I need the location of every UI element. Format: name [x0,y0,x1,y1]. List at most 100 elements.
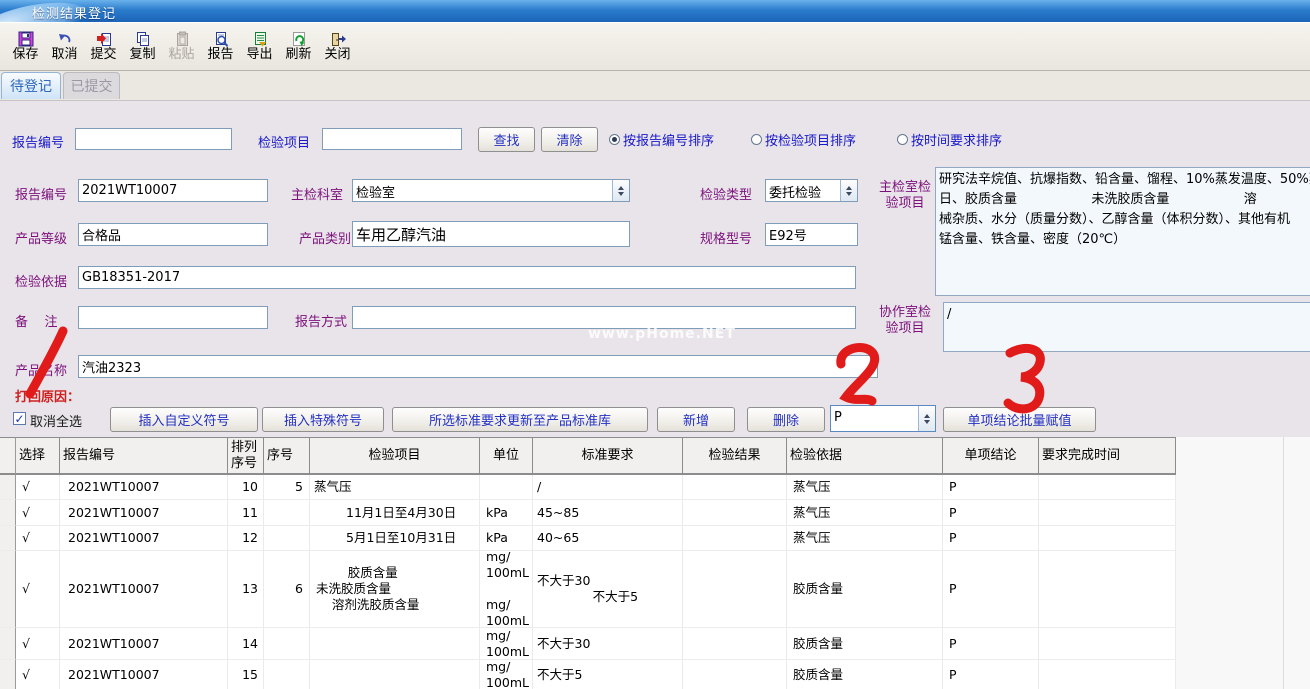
conclusion-combobox[interactable]: P [830,405,936,432]
grid-cell-requirement[interactable]: 不大于5 [533,660,683,689]
grid-cell-result[interactable] [683,475,787,500]
grid-row-indicator[interactable] [0,500,16,526]
grid-cell-seq[interactable] [264,660,310,689]
grid-cell-conclusion[interactable]: P [943,660,1039,689]
toolbar-button-submit-document[interactable]: 提交 [84,25,123,69]
grid-cell-basis[interactable]: 胶质含量 [787,551,943,628]
product-type-input[interactable] [352,221,630,247]
grid-row-indicator[interactable] [0,660,16,689]
grid-cell-due[interactable] [1039,475,1176,500]
grid-cell-report_no[interactable]: 2021WT10007 [60,500,228,526]
grid-cell-unit[interactable]: kPa [480,500,533,526]
toolbar-button-report-magnifier[interactable]: 报告 [201,25,240,69]
add-row-button[interactable]: 新增 [657,407,735,432]
grid-cell-result[interactable] [683,500,787,526]
grid-cell-basis[interactable]: 蒸气压 [787,526,943,551]
grid-cell-order_no[interactable]: 15 [228,660,264,689]
grid-cell-result[interactable] [683,628,787,660]
grid-cell-item[interactable]: 11月1日至4月30日 [310,500,480,526]
clear-button[interactable]: 清除 [541,127,598,152]
find-button[interactable]: 查找 [478,127,535,152]
grid-cell-unit[interactable]: kPa [480,526,533,551]
grid-cell-item[interactable]: 胶质含量 未洗胶质含量 溶剂洗胶质含量 [310,551,480,628]
main-dept-combobox[interactable]: 检验室 [352,179,630,202]
grid-cell-due[interactable] [1039,551,1176,628]
grid-cell-item[interactable]: 蒸气压 [310,475,480,500]
grid-cell-result[interactable] [683,551,787,628]
grid-cell-unit[interactable]: mg/ 100mL [480,660,533,689]
grid-cell-basis[interactable]: 胶质含量 [787,660,943,689]
inspect-type-combobox[interactable]: 委托检验 [765,179,858,202]
grid-cell-conclusion[interactable]: P [943,628,1039,660]
product-grade-input[interactable] [78,223,268,246]
update-standard-library-button[interactable]: 所选标准要求更新至产品标准库 [392,407,648,432]
tab-pending[interactable]: 待登记 [1,72,61,99]
search-item-input[interactable] [322,128,462,150]
grid-cell-item[interactable] [310,628,480,660]
grid-cell-due[interactable] [1039,628,1176,660]
insert-special-symbol-button[interactable]: 插入特殊符号 [262,407,384,432]
report-no-input[interactable] [78,179,268,202]
grid-cell-seq[interactable] [264,628,310,660]
grid-cell-select[interactable]: √ [16,551,60,628]
grid-cell-requirement[interactable]: 不大于30 不大于5 [533,551,683,628]
grid-cell-seq[interactable] [264,526,310,551]
grid-cell-report_no[interactable]: 2021WT10007 [60,551,228,628]
grid-cell-seq[interactable]: 6 [264,551,310,628]
grid-cell-basis[interactable]: 胶质含量 [787,628,943,660]
grid-row-indicator[interactable] [0,475,16,500]
grid-cell-item[interactable] [310,660,480,689]
grid-cell-result[interactable] [683,660,787,689]
grid-cell-order_no[interactable]: 11 [228,500,264,526]
grid-row-indicator[interactable] [0,551,16,628]
conclusion-spinner-icon[interactable] [918,406,935,431]
toolbar-button-exit-door[interactable]: 关闭 [318,25,357,69]
sort-radio-1[interactable]: 按检验项目排序 [751,130,856,149]
grid-cell-basis[interactable]: 蒸气压 [787,475,943,500]
sort-radio-2[interactable]: 按时间要求排序 [897,130,1002,149]
toolbar-button-export-excel[interactable]: 导出 [240,25,279,69]
main-dept-spinner-icon[interactable] [612,180,629,201]
insert-custom-symbol-button[interactable]: 插入自定义符号 [110,407,258,432]
search-report-no-input[interactable] [75,128,232,150]
grid-cell-select[interactable]: √ [16,500,60,526]
grid-cell-seq[interactable]: 5 [264,475,310,500]
grid-cell-result[interactable] [683,526,787,551]
grid-cell-select[interactable]: √ [16,526,60,551]
inspect-type-spinner-icon[interactable] [840,180,857,201]
grid-cell-order_no[interactable]: 10 [228,475,264,500]
grid-cell-item[interactable]: 5月1日至10月31日 [310,526,480,551]
grid-cell-select[interactable]: √ [16,475,60,500]
tab-submitted[interactable]: 已提交 [63,72,120,99]
select-all-checkbox[interactable]: ✓ [13,412,26,425]
grid-cell-order_no[interactable]: 14 [228,628,264,660]
grid-row-indicator[interactable] [0,526,16,551]
grid-cell-unit[interactable] [480,475,533,500]
grid-cell-order_no[interactable]: 12 [228,526,264,551]
grid-cell-requirement[interactable]: 45~85 [533,500,683,526]
coop-items-textarea[interactable]: / [943,302,1310,352]
grid-cell-conclusion[interactable]: P [943,475,1039,500]
toolbar-button-refresh[interactable]: 刷新 [279,25,318,69]
grid-cell-select[interactable]: √ [16,660,60,689]
product-name-input[interactable] [78,355,878,378]
toolbar-button-copy[interactable]: 复制 [123,25,162,69]
assign-conclusion-button[interactable]: 单项结论批量赋值 [943,407,1096,432]
remark-input[interactable] [78,306,268,329]
main-items-textarea[interactable]: 研究法辛烷值、抗爆指数、铅含量、馏程、10%蒸发温度、50%蒸 日、胶质含量 未… [935,167,1310,296]
spec-model-input[interactable] [765,223,858,246]
grid-cell-due[interactable] [1039,526,1176,551]
grid-cell-requirement[interactable]: 不大于30 [533,628,683,660]
grid-cell-due[interactable] [1039,500,1176,526]
grid-cell-seq[interactable] [264,500,310,526]
toolbar-button-undo-arrow[interactable]: 取消 [45,25,84,69]
toolbar-button-floppy-disk[interactable]: 保存 [6,25,45,69]
grid-cell-unit[interactable]: mg/ 100mL mg/ 100mL [480,551,533,628]
grid-cell-requirement[interactable]: / [533,475,683,500]
grid-cell-conclusion[interactable]: P [943,500,1039,526]
grid-cell-select[interactable]: √ [16,628,60,660]
grid-cell-report_no[interactable]: 2021WT10007 [60,628,228,660]
grid-cell-requirement[interactable]: 40~65 [533,526,683,551]
grid-cell-basis[interactable]: 蒸气压 [787,500,943,526]
grid-cell-report_no[interactable]: 2021WT10007 [60,475,228,500]
